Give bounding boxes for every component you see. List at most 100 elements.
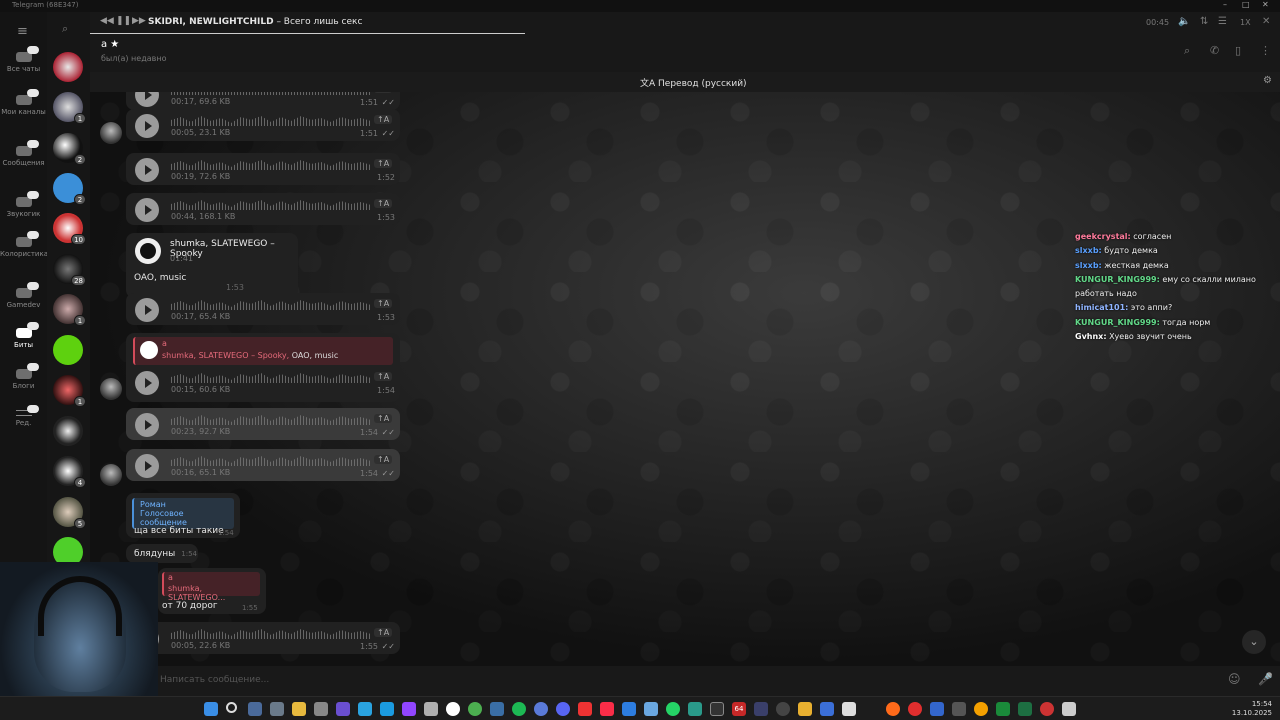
chat-avatar[interactable]: 1	[53, 92, 86, 124]
app-icon[interactable]	[424, 702, 438, 716]
volume-icon[interactable]: 🔈	[1178, 16, 1190, 27]
app-icon[interactable]	[798, 702, 812, 716]
waveform[interactable]	[171, 116, 371, 126]
file-explorer-icon[interactable]	[292, 702, 306, 716]
voice-message[interactable]: 00:44, 168.1 KB ↑A 1:53	[126, 193, 400, 225]
play-button[interactable]	[135, 298, 159, 322]
translate-bar[interactable]: 文A Перевод (русский) ⚙	[90, 72, 1280, 92]
folder-messages[interactable]: Сообщения	[0, 140, 47, 167]
transcribe-button[interactable]: ↑A	[374, 628, 393, 637]
telegram-icon[interactable]	[358, 702, 372, 716]
voice-message[interactable]: 00:17, 65.4 KB ↑A 1:53	[126, 293, 400, 325]
chat-avatar[interactable]	[53, 416, 83, 446]
voice-message[interactable]: 00:05, 23.1 KB ↑A 1:51 ✓✓	[126, 109, 400, 141]
excel-icon[interactable]	[1018, 702, 1032, 716]
app-icon[interactable]	[622, 702, 636, 716]
play-button[interactable]	[135, 198, 159, 222]
waveform[interactable]	[171, 160, 371, 170]
app-icon[interactable]	[820, 702, 834, 716]
transcribe-button[interactable]: ↑A	[374, 159, 393, 168]
music-icon[interactable]	[600, 702, 614, 716]
app-icon[interactable]	[754, 702, 768, 716]
waveform[interactable]	[171, 415, 371, 425]
previous-track-icon[interactable]: ◀◀	[100, 16, 114, 26]
menu-icon[interactable]: ≡	[17, 24, 28, 39]
reply-preview[interactable]: a shumka, SLATEWEGO – Spooky, OAO, music	[133, 337, 393, 365]
discord-icon[interactable]	[556, 702, 570, 716]
next-track-icon[interactable]: ▶▶	[132, 16, 146, 26]
reply-preview[interactable]: a shumka, SLATEWEGO...	[162, 572, 260, 602]
play-button[interactable]	[135, 158, 159, 182]
app-icon[interactable]	[490, 702, 504, 716]
chat-history[interactable]: 00:17, 69.6 KB ↑A 1:51✓✓ 00:05, 23.1 KB …	[90, 92, 1280, 666]
play-button[interactable]	[135, 454, 159, 478]
transcribe-button[interactable]: ↑A	[374, 92, 393, 93]
voice-message[interactable]: 00:05, 22.6 KB ↑A 1:55 ✓✓	[126, 622, 400, 654]
chat-avatar[interactable]	[53, 52, 83, 82]
telegram-icon[interactable]	[380, 702, 394, 716]
chat-avatar[interactable]: 4	[53, 456, 86, 488]
yandex-icon[interactable]	[446, 702, 460, 716]
waveform[interactable]	[171, 300, 371, 310]
voice-message[interactable]: 00:15, 60.6 KB ↑A 1:54	[126, 366, 400, 398]
now-playing[interactable]: SKIDRI, NEWLIGHTCHILD – Всего лишь секс	[148, 17, 362, 27]
app-icon[interactable]	[842, 702, 856, 716]
app-icon[interactable]	[952, 702, 966, 716]
folder-koloristika[interactable]: Колористика	[0, 231, 48, 258]
spotify-icon[interactable]	[512, 702, 526, 716]
folder-my-channels[interactable]: Мои каналы	[0, 89, 47, 116]
pause-icon[interactable]: ❚❚	[116, 16, 131, 26]
reply-text-message[interactable]: a shumka, SLATEWEGO... от 70 дорог 1:55	[158, 568, 266, 614]
app-icon[interactable]	[908, 702, 922, 716]
app-icon[interactable]	[996, 702, 1010, 716]
app-icon[interactable]	[578, 702, 592, 716]
waveform[interactable]	[171, 200, 371, 210]
text-message[interactable]: блядуны 1:54	[126, 544, 198, 563]
terminal-icon[interactable]	[710, 702, 724, 716]
widgets-icon[interactable]	[270, 702, 284, 716]
chat-avatar[interactable]: 28	[53, 254, 86, 286]
start-menu-icon[interactable]	[204, 702, 218, 716]
app-icon[interactable]	[314, 702, 328, 716]
chat-avatar[interactable]	[53, 335, 83, 365]
waveform[interactable]	[171, 629, 371, 639]
app-icon[interactable]	[776, 702, 790, 716]
emoji-icon[interactable]: ☺	[1228, 672, 1241, 686]
chat-avatar[interactable]: 2	[53, 133, 86, 165]
close-player-icon[interactable]: ✕	[1262, 16, 1270, 27]
chat-avatar[interactable]: 1	[53, 294, 86, 326]
chat-avatar[interactable]: 2	[53, 173, 86, 205]
scroll-down-button[interactable]: ⌄	[1242, 630, 1266, 654]
quoted-message[interactable]: Роман Голосовое сообщение	[132, 498, 234, 529]
firefox-icon[interactable]	[886, 702, 900, 716]
voice-message[interactable]: 00:19, 72.6 KB ↑A 1:52	[126, 153, 400, 185]
chrome-icon[interactable]	[468, 702, 482, 716]
app-icon[interactable]	[1040, 702, 1054, 716]
play-button[interactable]	[135, 413, 159, 437]
maximize-button[interactable]: □	[1242, 0, 1250, 9]
close-button[interactable]: ✕	[1262, 0, 1269, 9]
folder-zvukogik[interactable]: Звукогик	[0, 191, 47, 218]
phone-icon[interactable]: ✆	[1210, 44, 1219, 57]
folder-all-chats[interactable]: Все чаты	[0, 46, 47, 73]
app-icon[interactable]	[974, 702, 988, 716]
repeat-icon[interactable]: ⇅	[1200, 16, 1208, 27]
more-options-icon[interactable]: ⋮	[1260, 44, 1271, 57]
sender-avatar[interactable]	[100, 122, 122, 144]
twitch-icon[interactable]	[402, 702, 416, 716]
playlist-icon[interactable]: ☰	[1218, 16, 1227, 27]
play-button[interactable]	[135, 114, 159, 138]
transcribe-button[interactable]: ↑A	[374, 115, 393, 124]
search-icon[interactable]: ⌕	[62, 22, 68, 36]
play-button[interactable]	[135, 92, 159, 107]
voice-message[interactable]: 00:16, 65.1 KB ↑A 1:54 ✓✓	[126, 449, 400, 481]
taskview-icon[interactable]	[248, 702, 262, 716]
folder-edit[interactable]: Ред.	[0, 405, 47, 427]
app-icon[interactable]	[336, 702, 350, 716]
whatsapp-icon[interactable]	[666, 702, 680, 716]
microphone-icon[interactable]: 🎤	[1258, 672, 1273, 686]
translate-settings-icon[interactable]: ⚙	[1263, 75, 1272, 86]
chat-avatar[interactable]: 1	[53, 375, 86, 407]
folder-gamedev[interactable]: Gamedev	[0, 282, 47, 309]
app-icon[interactable]	[534, 702, 548, 716]
